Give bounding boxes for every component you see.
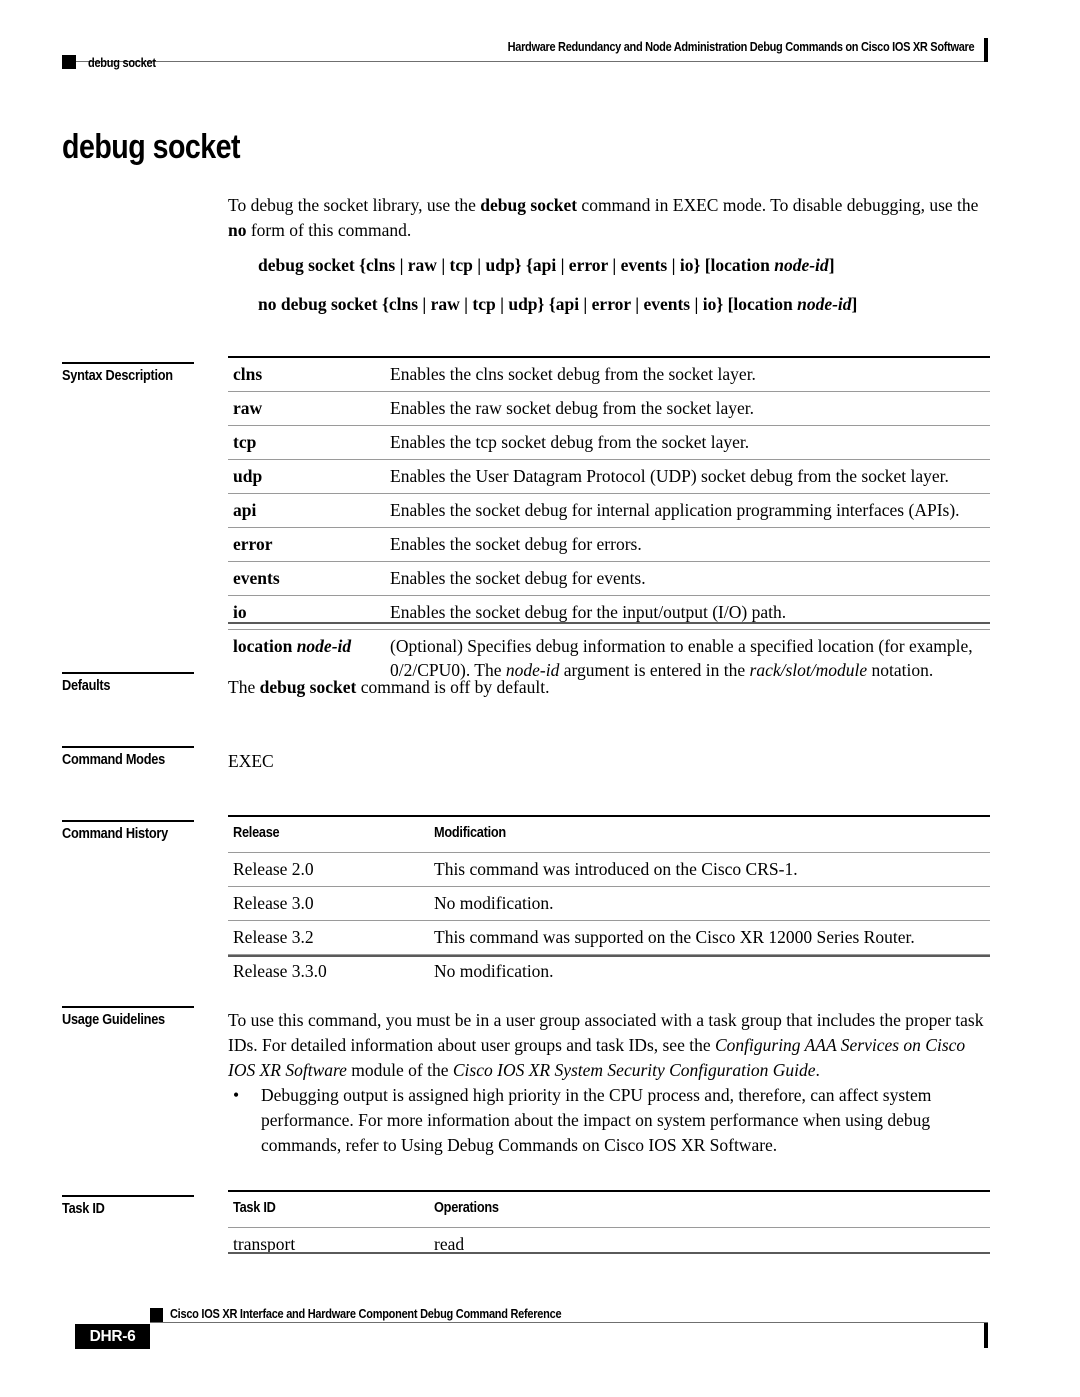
syntax-line-positive: debug socket {clns | raw | tcp | udp} {a… [258,253,990,278]
intro-bold-no: no [228,220,247,240]
task-id-table: Task ID Operations transport read [228,1190,990,1261]
column-header-modification: Modification [434,825,506,841]
intro-text-3: form of this command. [246,220,412,240]
intro-paragraph: To debug the socket library, use the deb… [228,193,990,243]
command-history-table: Release Modification Release 2.0 This co… [228,815,990,988]
syntax-term: events [233,568,280,588]
command-modes-value: EXEC [228,751,274,771]
bullet-text: Debugging output is assigned high priori… [261,1085,932,1155]
square-marker-icon [62,55,76,69]
syntax-line-negative: no debug socket {clns | raw | tcp | udp}… [258,292,990,317]
syntax-term: clns [233,364,263,384]
footer-square-marker-icon [150,1308,163,1322]
defaults-text-1: The [228,677,260,697]
footer-page-number: DHR-6 [75,1324,150,1349]
section-label-command-modes: Command Modes [62,746,194,768]
task-id-value: transport [233,1234,296,1254]
syntax-desc: Enables the socket debug for the input/o… [390,602,787,622]
usage-text-end: . [815,1060,820,1080]
table-row: Release 3.0 No modification. [228,886,990,921]
syntax-italic-1: node-id [774,255,829,275]
table-header-row: Task ID Operations [228,1191,990,1228]
syntax-term: tcp [233,432,257,452]
syntax-italic-2: node-id [797,294,852,314]
syntax-desc: Enables the socket debug for internal ap… [390,500,960,520]
table-row: tcp Enables the tcp socket debug from th… [228,425,990,460]
table-row: Release 3.3.0 No modification. [228,954,990,989]
syntax-desc: Enables the socket debug for events. [390,568,646,588]
release-value: Release 3.2 [233,927,314,947]
table-row: Release 2.0 This command was introduced … [228,852,990,887]
table-row: transport read [228,1227,990,1262]
header-divider [76,61,988,62]
syntax-description-table-bottom-rule [228,622,990,624]
syntax-tail-2: ] [851,294,858,314]
footer-document-title: Cisco IOS XR Interface and Hardware Comp… [170,1307,562,1321]
modification-value: No modification. [434,961,554,981]
table-row: events Enables the socket debug for even… [228,561,990,596]
release-value: Release 3.3.0 [233,961,327,981]
modification-value: This command was introduced on the Cisco… [434,859,798,879]
running-header: Hardware Redundancy and Node Administrat… [62,36,988,72]
intro-text-2: command in EXEC mode. To disable debuggi… [577,195,979,215]
syntax-term: raw [233,398,263,418]
table-row: api Enables the socket debug for interna… [228,493,990,528]
syntax-term: io [233,602,247,622]
table-row: error Enables the socket debug for error… [228,527,990,562]
column-header-release: Release [233,825,280,841]
bullet-icon: • [233,1085,240,1105]
location-nodeid: node-id [296,636,352,656]
section-label-syntax-description: Syntax Description [62,362,194,384]
table-row: Release 3.2 This command was supported o… [228,920,990,955]
usage-text-mid: module of the [346,1060,453,1080]
modification-value: This command was supported on the Cisco … [434,927,915,947]
header-chapter-label: debug socket [88,56,156,70]
intro-text-1: To debug the socket library, use the [228,195,481,215]
defaults-text-2: command is off by default. [356,677,550,697]
release-value: Release 3.0 [233,893,314,913]
document-page: Hardware Redundancy and Node Administrat… [0,0,1080,1397]
syntax-bold-1: debug socket {clns | raw | tcp | udp} {a… [258,255,775,275]
page-title: debug socket [62,128,241,166]
defaults-bold-command: debug socket [259,677,357,697]
footer-divider [150,1322,988,1323]
list-item: • Debugging output is assigned high prio… [233,1083,990,1158]
header-edge-tick-icon [984,38,988,62]
table-row: udp Enables the User Datagram Protocol (… [228,459,990,494]
syntax-term: udp [233,466,263,486]
task-id-table-bottom-rule [228,1252,990,1254]
defaults-text: The debug socket command is off by defau… [228,675,990,700]
table-row: raw Enables the raw socket debug from th… [228,391,990,426]
syntax-desc: Enables the raw socket debug from the so… [390,398,754,418]
footer-edge-tick-icon [984,1323,988,1348]
release-value: Release 2.0 [233,859,314,879]
syntax-term: error [233,534,273,554]
syntax-bold-2: no debug socket {clns | raw | tcp | udp}… [258,294,798,314]
table-header-row: Release Modification [228,816,990,853]
section-label-defaults: Defaults [62,672,194,694]
syntax-description-table: clns Enables the clns socket debug from … [228,356,990,687]
header-book-title: Hardware Redundancy and Node Administrat… [507,40,974,54]
table-row: io Enables the socket debug for the inpu… [228,595,990,630]
command-history-table-bottom-rule [228,955,990,957]
syntax-desc: Enables the clns socket debug from the s… [390,364,756,384]
syntax-desc: Enables the User Datagram Protocol (UDP)… [390,466,949,486]
syntax-desc: Enables the socket debug for errors. [390,534,642,554]
syntax-desc: Enables the tcp socket debug from the so… [390,432,750,452]
table-row: clns Enables the clns socket debug from … [228,357,990,392]
operations-value: read [434,1234,465,1254]
location-keyword: location [233,636,297,656]
modification-value: No modification. [434,893,554,913]
column-header-task-id: Task ID [233,1200,276,1216]
section-label-command-history: Command History [62,820,194,842]
section-label-usage-guidelines: Usage Guidelines [62,1006,194,1028]
usage-italic-security-guide: Cisco IOS XR System Security Configurati… [452,1060,816,1080]
section-label-task-id: Task ID [62,1195,194,1217]
syntax-term: api [233,500,257,520]
column-header-operations: Operations [434,1200,499,1216]
syntax-tail-1: ] [828,255,835,275]
usage-guidelines-paragraph: To use this command, you must be in a us… [228,1008,990,1083]
intro-bold-command: debug socket [480,195,578,215]
